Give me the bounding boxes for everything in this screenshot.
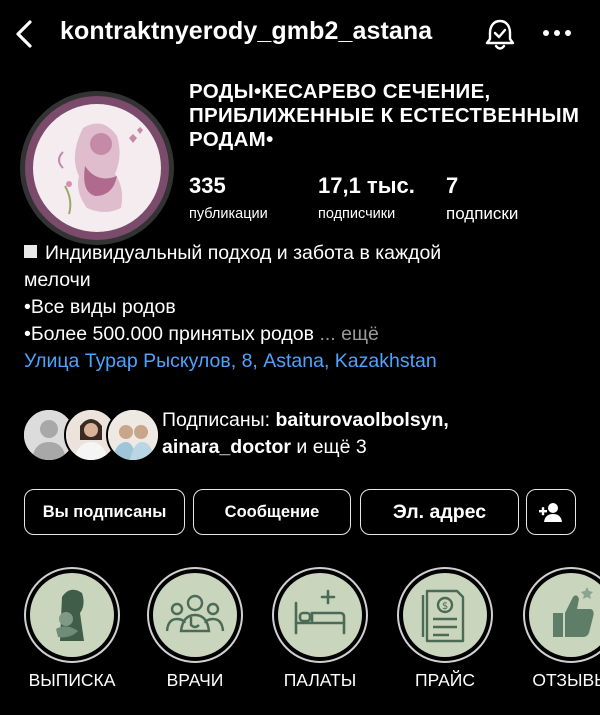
add-person-icon [539,503,562,522]
highlight-cover [153,573,237,657]
back-arrow-icon[interactable] [12,18,36,50]
highlight-ring [272,567,368,663]
highlight-label: ВРАЧИ [166,670,224,690]
mutual-followers-text[interactable]: Подписаны: baiturovaolbolsyn, ainara_doc… [162,407,582,461]
highlight-label: ПРАЙС [415,670,475,690]
followed-by-prefix: Подписаны: [162,409,271,431]
highlight-cover [30,573,114,657]
top-bar: kontraktnyerody_gmb2_astana [0,0,600,70]
white-square-icon [24,245,37,258]
bio-more-link[interactable]: ... ещё [319,323,378,345]
bio-line: Индивидуальный подход и забота в каждой [45,242,442,264]
profile-avatar[interactable] [25,96,169,240]
following-button[interactable]: Вы подписаны [24,489,185,535]
highlight-cover [278,573,362,657]
bio-line: •Более 500.000 принятых родов [24,323,315,345]
suggest-people-button[interactable] [526,489,576,535]
price-document-icon: $ [421,589,465,643]
highlight-ring: $ [397,567,493,663]
profile-category-title: РОДЫ•КЕСАРЕВО СЕЧЕНИЕ, ПРИБЛИЖЕННЫЕ К ЕС… [189,80,580,151]
highlight-label: ВЫПИСКА [28,670,116,690]
doctors-icon [165,594,225,633]
thumbs-up-icon [553,587,594,637]
follower-username[interactable]: ainara_doctor [162,436,291,458]
follower-username[interactable]: baiturovaolbolsyn, [275,409,448,431]
location-link[interactable]: Улица Турар Рыскулов, 8, Astana, Kazakhs… [24,348,584,375]
profile-username: kontraktnyerody_gmb2_astana [60,17,433,45]
highlight-cover [529,573,600,657]
stat-label: подписки [446,204,519,223]
stat-value: 335 [189,173,226,198]
highlight-cover: $ [403,573,487,657]
highlight-ring [24,567,120,663]
highlight-label: ОТЗЫВЫ [532,670,600,690]
svg-text:$: $ [442,601,448,612]
highlight-label: ПАЛАТЫ [283,670,357,690]
bell-check-icon[interactable] [484,18,516,52]
stat-label: публикации [189,206,268,222]
email-button[interactable]: Эл. адрес [360,489,519,535]
mother-baby-icon [56,589,84,641]
followed-by-suffix: и ещё 3 [296,436,367,458]
mother-baby-logo-icon [33,104,161,232]
bio-line: •Все виды родов [24,296,176,318]
stat-label: подписчики [318,206,396,222]
mutual-followers-avatars[interactable] [22,408,160,462]
user-photo-icon [108,410,158,460]
highlight-ring [523,567,600,663]
avatar [106,408,160,462]
stat-value: 17,1 тыс. [318,173,415,198]
message-button[interactable]: Сообщение [193,489,351,535]
bio-line: мелочи [24,269,91,291]
stat-value: 7 [446,173,459,198]
highlight-ring [147,567,243,663]
hospital-bed-icon [294,589,346,635]
more-horizontal-icon[interactable] [542,26,572,40]
profile-bio: Индивидуальный подход и забота в каждой … [24,240,584,375]
